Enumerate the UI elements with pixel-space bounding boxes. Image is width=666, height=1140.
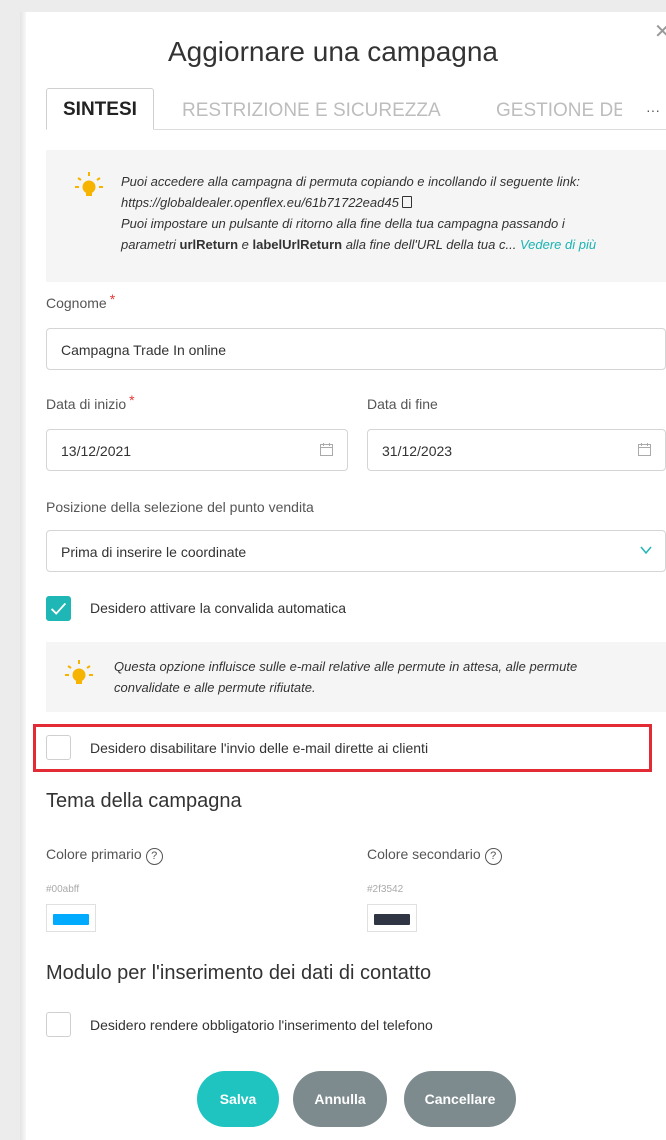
help-icon[interactable]: ? bbox=[484, 848, 502, 865]
more-tabs-icon[interactable]: ··· bbox=[640, 102, 666, 118]
tab-bar: SINTESI RESTRIZIONE E SICUREZZA GESTIONE… bbox=[46, 88, 666, 130]
tab-sintesi[interactable]: SINTESI bbox=[46, 88, 154, 130]
secondary-color-swatch[interactable] bbox=[367, 904, 417, 932]
campaign-url-row: https://globaldealer.openflex.eu/61b7172… bbox=[121, 192, 666, 213]
secondary-color-fill bbox=[374, 914, 410, 925]
validation-info-box: Questa opzione influisce sulle e-mail re… bbox=[46, 642, 666, 712]
checkmark-icon bbox=[50, 602, 67, 615]
required-mark: * bbox=[109, 291, 116, 307]
help-icon[interactable]: ? bbox=[145, 848, 163, 865]
start-date-label-text: Data di inizio bbox=[46, 396, 127, 412]
validation-info-line-1: Questa opzione influisce sulle e-mail re… bbox=[114, 659, 578, 674]
modal-title: Aggiornare una campagna bbox=[167, 36, 498, 67]
phone-required-checkbox[interactable] bbox=[46, 1012, 71, 1037]
primary-color-hex: #00abff bbox=[46, 884, 80, 895]
disable-emails-label: Desidero disabilitare l'invio delle e-ma… bbox=[90, 740, 429, 756]
name-label: Cognome * bbox=[46, 291, 115, 311]
position-label: Posizione della selezione del punto vend… bbox=[46, 499, 314, 515]
tab-gestione[interactable]: GESTIONE DEI bbox=[496, 100, 622, 122]
info-line-4: parametri urlReturn e labelUrlReturn all… bbox=[121, 234, 666, 255]
see-more-link[interactable]: Vedere di più bbox=[520, 237, 596, 252]
cancel-button[interactable]: Annulla bbox=[293, 1071, 387, 1127]
primary-color-label: Colore primario? bbox=[46, 846, 163, 865]
auto-validation-label: Desidero attivare la convalida automatic… bbox=[90, 600, 347, 616]
required-mark: * bbox=[129, 392, 135, 408]
info-line-3: Puoi impostare un pulsante di ritorno al… bbox=[121, 216, 565, 231]
disable-emails-checkbox[interactable] bbox=[46, 735, 71, 760]
start-date-label: Data di inizio * bbox=[46, 392, 135, 412]
primary-color-label-text: Colore primario bbox=[46, 846, 142, 862]
campaign-url[interactable]: https://globaldealer.openflex.eu/61b7172… bbox=[121, 195, 399, 210]
start-date-value: 13/12/2021 bbox=[61, 443, 132, 459]
calendar-icon[interactable] bbox=[320, 443, 333, 456]
primary-color-swatch[interactable] bbox=[46, 904, 96, 932]
info-line-4-post: alla fine dell'URL della tua c... bbox=[342, 237, 517, 252]
end-date-value: 31/12/2023 bbox=[382, 443, 453, 459]
phone-required-label: Desidero rendere obbligatorio l'inserime… bbox=[90, 1017, 433, 1033]
secondary-color-label-text: Colore secondario bbox=[367, 846, 481, 862]
delete-button[interactable]: Cancellare bbox=[404, 1071, 516, 1127]
chevron-down-icon[interactable] bbox=[639, 543, 653, 557]
theme-section-title: Tema della campagna bbox=[46, 790, 242, 812]
param-label-url-return: labelUrlReturn bbox=[252, 237, 343, 252]
contact-section-title: Modulo per l'inserimento dei dati di con… bbox=[46, 962, 432, 984]
tab-restrizione-sicurezza[interactable]: RESTRIZIONE E SICUREZZA bbox=[182, 100, 441, 122]
validation-info-text: Questa opzione influisce sulle e-mail re… bbox=[114, 656, 664, 698]
save-button[interactable]: Salva bbox=[197, 1071, 279, 1127]
calendar-icon[interactable] bbox=[638, 443, 651, 456]
secondary-color-label: Colore secondario? bbox=[367, 846, 502, 865]
primary-color-fill bbox=[53, 914, 89, 925]
link-info-box: Puoi accedere alla campagna di permuta c… bbox=[46, 150, 666, 282]
name-input[interactable]: Campagna Trade In online bbox=[46, 328, 666, 370]
param-url-return: urlReturn bbox=[179, 237, 239, 252]
name-label-text: Cognome bbox=[46, 295, 107, 311]
position-select[interactable]: Prima di inserire le coordinate bbox=[46, 530, 666, 572]
start-date-input[interactable]: 13/12/2021 bbox=[46, 429, 348, 471]
lightbulb-icon bbox=[65, 660, 93, 684]
lightbulb-icon bbox=[75, 172, 103, 196]
copy-icon[interactable] bbox=[401, 196, 412, 208]
info-line-4-pre: parametri bbox=[121, 237, 180, 252]
validation-info-line-2: convalidate e alle permute rifiutate. bbox=[114, 680, 316, 695]
link-info-text: Puoi accedere alla campagna di permuta c… bbox=[121, 171, 666, 255]
secondary-color-hex: #2f3542 bbox=[367, 884, 404, 895]
end-date-input[interactable]: 31/12/2023 bbox=[367, 429, 666, 471]
position-selected-value: Prima di inserire le coordinate bbox=[61, 544, 247, 560]
end-date-label: Data di fine bbox=[367, 396, 438, 412]
info-line-4-mid: e bbox=[238, 237, 253, 252]
info-line-1: Puoi accedere alla campagna di permuta c… bbox=[121, 174, 580, 189]
auto-validation-checkbox[interactable] bbox=[46, 596, 71, 621]
